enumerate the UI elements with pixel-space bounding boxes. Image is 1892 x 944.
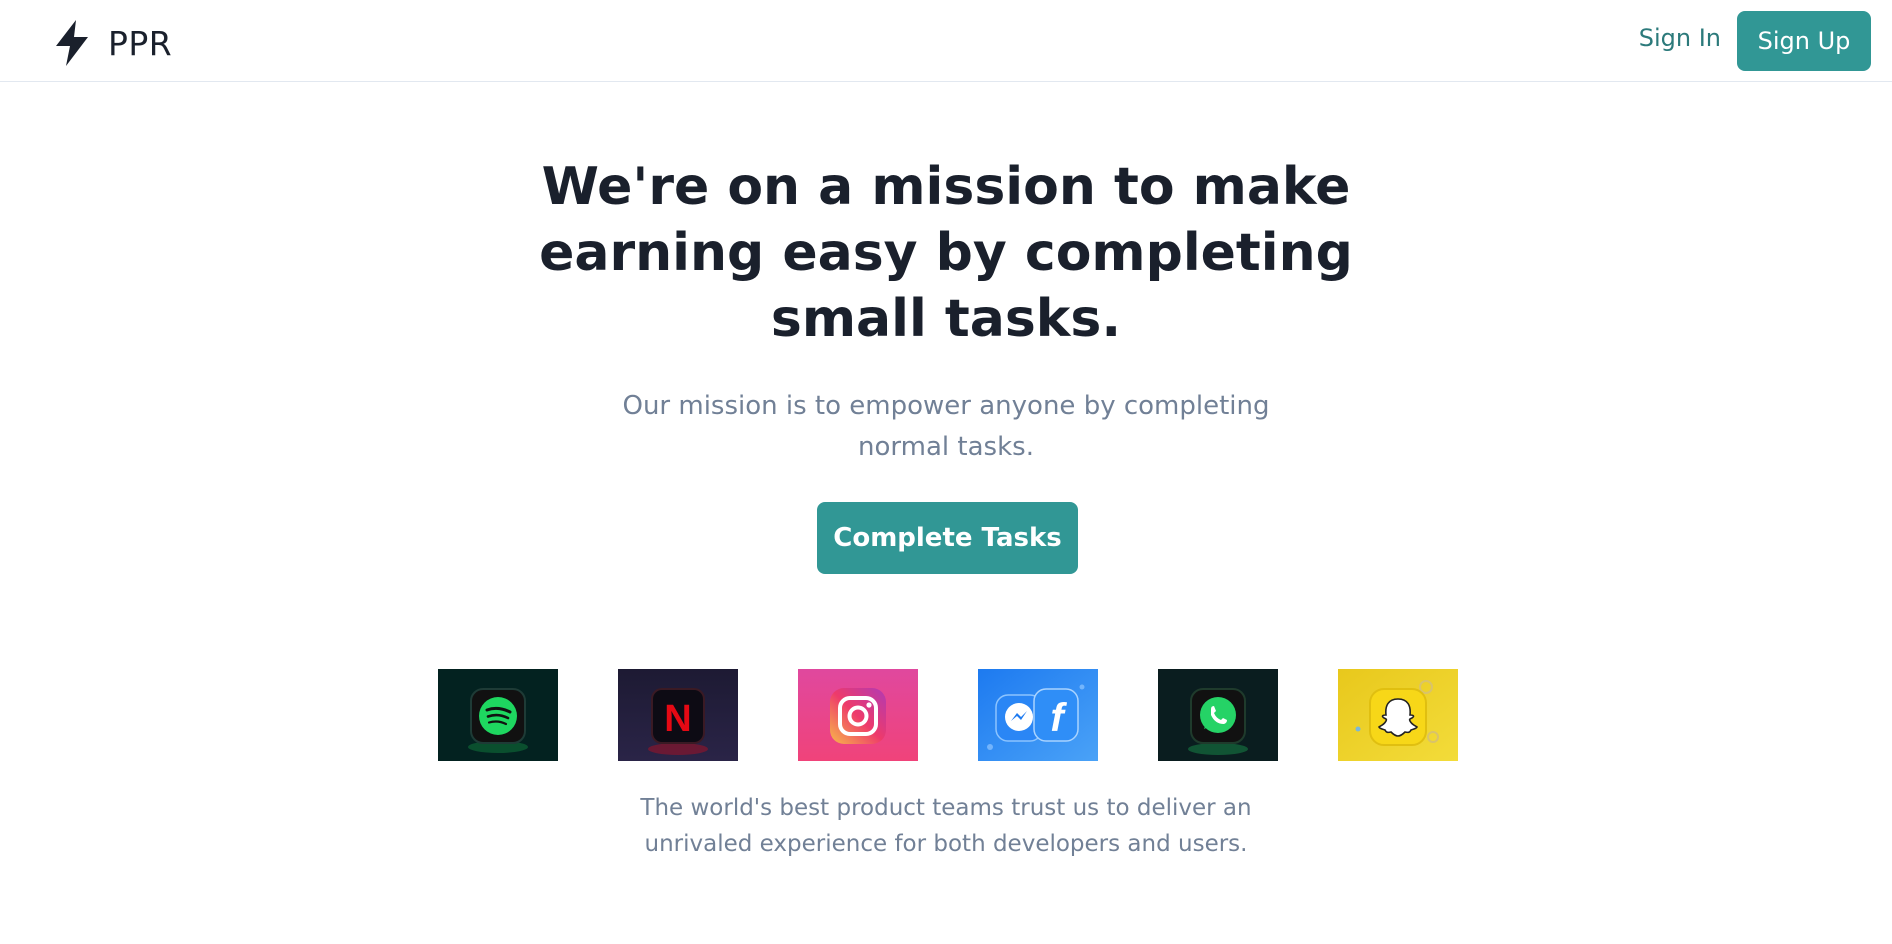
messenger-facebook-icon: f	[978, 669, 1098, 761]
snapchat-logo[interactable]	[1338, 669, 1458, 761]
sign-in-link[interactable]: Sign In	[1639, 24, 1721, 52]
partner-logos: N f	[438, 669, 1458, 761]
top-navbar: PPR Sign In Sign Up	[0, 0, 1892, 82]
whatsapp-logo[interactable]	[1158, 669, 1278, 761]
hero-title: We're on a mission to make earning easy …	[539, 157, 1353, 349]
hero-subtitle: Our mission is to empower anyone by comp…	[622, 391, 1270, 462]
netflix-logo[interactable]: N	[618, 669, 738, 761]
messenger-facebook-logo[interactable]: f	[978, 669, 1098, 761]
whatsapp-icon	[1158, 669, 1278, 761]
sign-up-button[interactable]: Sign Up	[1737, 11, 1871, 71]
trust-statement: The world's best product teams trust us …	[640, 795, 1252, 857]
svg-text:N: N	[664, 698, 691, 740]
spotify-icon	[438, 669, 558, 761]
instagram-icon	[798, 669, 918, 761]
lightning-icon	[56, 20, 88, 66]
spotify-logo[interactable]	[438, 669, 558, 761]
instagram-logo[interactable]	[798, 669, 918, 761]
brand-logo[interactable]: PPR	[54, 20, 172, 66]
netflix-icon: N	[618, 669, 738, 761]
brand-name: PPR	[108, 23, 173, 63]
complete-tasks-button[interactable]: Complete Tasks	[817, 502, 1078, 574]
snapchat-icon	[1338, 669, 1458, 761]
